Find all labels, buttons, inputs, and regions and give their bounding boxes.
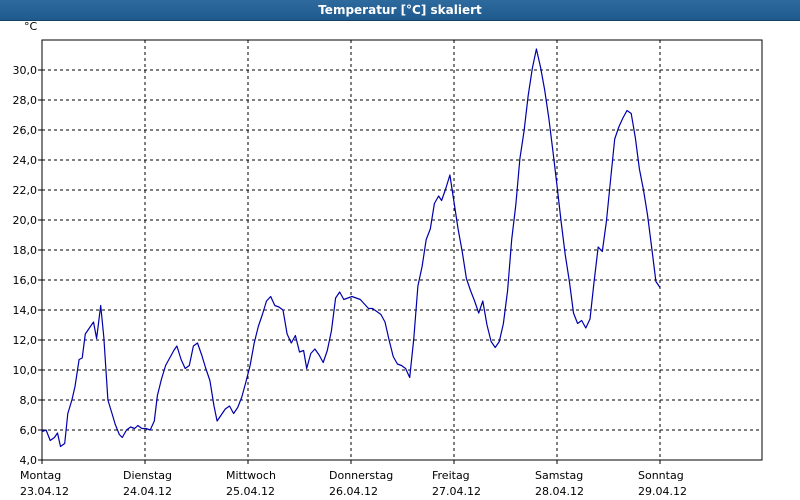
x-tick-label-day: Mittwoch (226, 469, 276, 482)
y-tick-label: 6,0 (20, 424, 38, 437)
x-tick-label-date: 24.04.12 (123, 485, 172, 498)
x-tick-label-date: 25.04.12 (226, 485, 275, 498)
y-tick-label: 22,0 (13, 184, 38, 197)
x-tick-label-date: 29.04.12 (638, 485, 687, 498)
y-tick-label: 20,0 (13, 214, 38, 227)
x-axis: Montag 23.04.12 Dienstag 24.04.12 Mittwoch 25… (20, 460, 687, 498)
y-axis: °C 4,0 6,0 8,0 10,0 12,0 14,0 16,0 18,0 20,0 22,0 2… (13, 20, 42, 467)
y-tick-label: 26,0 (13, 124, 38, 137)
y-tick-label: 12,0 (13, 334, 38, 347)
y-tick-label: 10,0 (13, 364, 38, 377)
y-tick-label: 8,0 (20, 394, 38, 407)
y-tick-label: 30,0 (13, 64, 38, 77)
y-tick-label: 4,0 (20, 454, 38, 467)
y-tick-label: 14,0 (13, 304, 38, 317)
y-axis-unit: °C (24, 20, 38, 33)
x-tick-label-day: Samstag (535, 469, 583, 482)
y-tick-label: 16,0 (13, 274, 38, 287)
x-tick-label-day: Freitag (432, 469, 470, 482)
x-tick-label-day: Sonntag (638, 469, 684, 482)
temperature-chart: °C 4,0 6,0 8,0 10,0 12,0 14,0 16,0 18,0 20,0 22,0 2… (13, 20, 763, 498)
x-tick-label-date: 27.04.12 (432, 485, 481, 498)
y-tick-label: 18,0 (13, 244, 38, 257)
x-tick-label-day: Dienstag (123, 469, 172, 482)
x-tick-label-day: Montag (20, 469, 61, 482)
chart-window: Temperatur [°C] skaliert °C 4,0 6,0 8,0 10,0… (0, 0, 800, 500)
y-tick-label: 28,0 (13, 94, 38, 107)
x-tick-label-day: Donnerstag (329, 469, 393, 482)
x-tick-label-date: 26.04.12 (329, 485, 378, 498)
x-tick-label-date: 23.04.12 (20, 485, 69, 498)
x-tick-label-date: 28.04.12 (535, 485, 584, 498)
y-tick-label: 24,0 (13, 154, 38, 167)
chart-title: Temperatur [°C] skaliert (0, 0, 800, 21)
